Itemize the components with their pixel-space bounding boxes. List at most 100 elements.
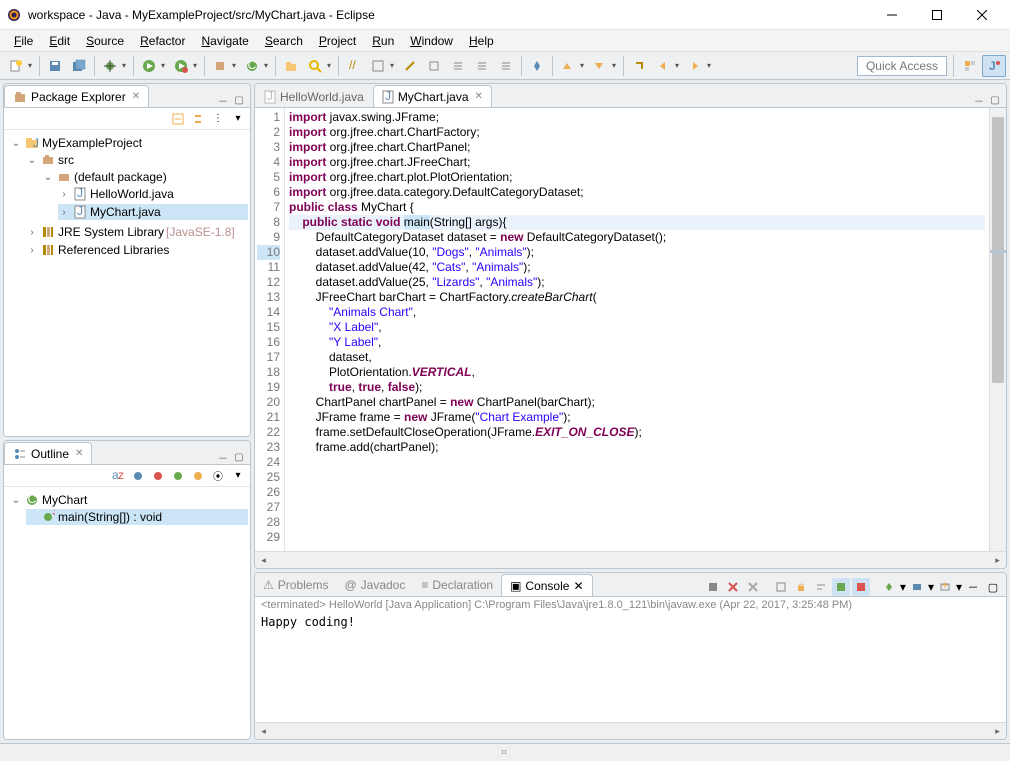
close-icon[interactable]: ✕: [475, 91, 483, 102]
minimize-view-button[interactable]: －: [216, 93, 230, 107]
wand-button[interactable]: [399, 55, 421, 77]
tab-console[interactable]: ▣Console✕: [501, 574, 592, 596]
view-menu-button[interactable]: ▾: [230, 111, 246, 127]
minimize-view-button[interactable]: －: [964, 578, 982, 596]
menu-source[interactable]: Source: [78, 32, 132, 50]
new-class-button[interactable]: C: [241, 55, 263, 77]
default-package-node[interactable]: (default package): [74, 170, 167, 184]
menu-file[interactable]: File: [6, 32, 41, 50]
open-type-button[interactable]: [280, 55, 302, 77]
link-editor-button[interactable]: [190, 111, 206, 127]
menu-edit[interactable]: Edit: [41, 32, 78, 50]
scroll-right-button[interactable]: ▸: [989, 552, 1006, 568]
menu-search[interactable]: Search: [257, 32, 311, 50]
scroll-lock-button[interactable]: [792, 578, 810, 596]
collapse-all-button[interactable]: [170, 111, 186, 127]
src-node[interactable]: src: [58, 153, 74, 167]
jre-node[interactable]: JRE System Library: [58, 225, 164, 239]
new-button[interactable]: [5, 55, 27, 77]
hide-nonpublic-button[interactable]: [170, 468, 186, 484]
run-last-button[interactable]: [170, 55, 192, 77]
last-edit-button[interactable]: [628, 55, 650, 77]
close-icon[interactable]: ✕: [573, 579, 583, 593]
word-wrap-button[interactable]: [812, 578, 830, 596]
list1-button[interactable]: [447, 55, 469, 77]
outline-tab[interactable]: Outline ✕: [4, 442, 92, 464]
hide-local-button[interactable]: [190, 468, 206, 484]
hide-fields-button[interactable]: [130, 468, 146, 484]
focus-button[interactable]: ⦿: [210, 468, 226, 484]
console-output[interactable]: Happy coding!: [255, 613, 1006, 722]
minimize-editor-button[interactable]: －: [972, 93, 986, 107]
package-explorer-tree[interactable]: ⌄JMyExampleProject ⌄src ⌄(default packag…: [4, 130, 250, 436]
box-button[interactable]: [423, 55, 445, 77]
format-button[interactable]: [367, 55, 389, 77]
pin-console-button[interactable]: [880, 578, 898, 596]
open-perspective-button[interactable]: [958, 55, 982, 77]
bottom-sash[interactable]: ⠶: [0, 743, 1010, 761]
menu-run[interactable]: Run: [364, 32, 402, 50]
scroll-right-button[interactable]: ▸: [989, 723, 1006, 739]
new-package-button[interactable]: [209, 55, 231, 77]
open-console-button[interactable]: +: [936, 578, 954, 596]
show-console-stdout-button[interactable]: [832, 578, 850, 596]
menu-help[interactable]: Help: [461, 32, 502, 50]
reflib-node[interactable]: Referenced Libraries: [58, 243, 169, 257]
clear-console-button[interactable]: [772, 578, 790, 596]
prev-annotation-button[interactable]: [557, 55, 579, 77]
horizontal-scrollbar[interactable]: ◂ ▸: [255, 551, 1006, 568]
remove-launch-button[interactable]: [704, 578, 722, 596]
editor-tab-mychart[interactable]: J MyChart.java ✕: [373, 85, 492, 107]
display-console-button[interactable]: [908, 578, 926, 596]
maximize-view-button[interactable]: ▢: [232, 450, 246, 464]
forward-button[interactable]: [684, 55, 706, 77]
quick-access-field[interactable]: Quick Access: [857, 56, 947, 76]
editor-tab-helloworld[interactable]: J HelloWorld.java: [255, 85, 373, 107]
line-number-gutter[interactable]: 1234567891011121314151617181920212223242…: [255, 108, 285, 551]
package-explorer-tab[interactable]: Package Explorer ✕: [4, 85, 149, 107]
debug-button[interactable]: [99, 55, 121, 77]
view-menu-button[interactable]: ▾: [230, 468, 246, 484]
file-helloworld[interactable]: HelloWorld.java: [90, 187, 174, 201]
menu-project[interactable]: Project: [311, 32, 364, 50]
outline-method[interactable]: main(String[]) : void: [58, 510, 162, 524]
toggle-comment-button[interactable]: //: [343, 55, 365, 77]
project-node[interactable]: MyExampleProject: [42, 136, 142, 150]
tab-problems[interactable]: ⚠Problems: [255, 574, 336, 596]
show-console-stderr-button[interactable]: [852, 578, 870, 596]
remove-all-button[interactable]: [724, 578, 742, 596]
minimize-view-button[interactable]: －: [216, 450, 230, 464]
outline-class[interactable]: MyChart: [42, 493, 87, 507]
vertical-scrollbar[interactable]: [989, 108, 1006, 551]
tab-javadoc[interactable]: @Javadoc: [336, 574, 413, 596]
outline-tree[interactable]: ⌄CMyChart Smain(String[]) : void: [4, 487, 250, 739]
close-icon[interactable]: ✕: [132, 91, 140, 102]
scroll-left-button[interactable]: ◂: [255, 723, 272, 739]
maximize-view-button[interactable]: ▢: [984, 578, 1002, 596]
tab-declaration[interactable]: ≡Declaration: [413, 574, 501, 596]
next-annotation-button[interactable]: [589, 55, 611, 77]
save-button[interactable]: [44, 55, 66, 77]
scroll-left-button[interactable]: ◂: [255, 552, 272, 568]
file-mychart[interactable]: MyChart.java: [90, 205, 161, 219]
console-horizontal-scrollbar[interactable]: ◂ ▸: [255, 722, 1006, 739]
maximize-button[interactable]: [914, 0, 959, 30]
code-editor[interactable]: import javax.swing.JFrame;import org.jfr…: [285, 108, 989, 551]
search-button[interactable]: [304, 55, 326, 77]
save-all-button[interactable]: [68, 55, 90, 77]
filters-icon[interactable]: ⋮: [210, 111, 226, 127]
run-button[interactable]: [138, 55, 160, 77]
java-perspective-button[interactable]: J: [982, 55, 1006, 77]
menu-refactor[interactable]: Refactor: [132, 32, 193, 50]
menu-window[interactable]: Window: [402, 32, 461, 50]
close-button[interactable]: [959, 0, 1004, 30]
remove-all-terminated-button[interactable]: [744, 578, 762, 596]
back-button[interactable]: [652, 55, 674, 77]
maximize-view-button[interactable]: ▢: [232, 93, 246, 107]
pin-button[interactable]: [526, 55, 548, 77]
list3-button[interactable]: [495, 55, 517, 77]
list2-button[interactable]: [471, 55, 493, 77]
close-icon[interactable]: ✕: [75, 448, 83, 459]
maximize-editor-button[interactable]: ▢: [988, 93, 1002, 107]
sort-button[interactable]: az: [110, 468, 126, 484]
